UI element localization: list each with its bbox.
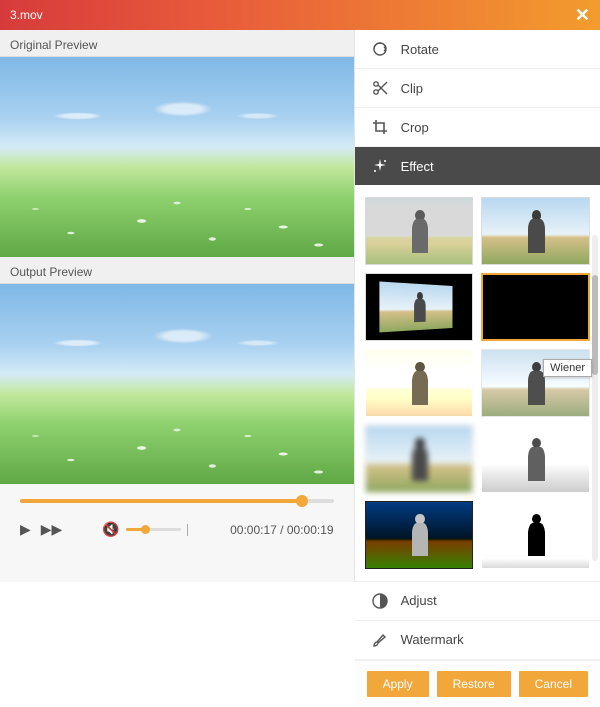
cancel-button[interactable]: Cancel [519, 671, 588, 697]
mute-icon[interactable]: 🔇 [102, 521, 119, 538]
output-preview-label: Output Preview [0, 257, 354, 284]
effect-thumb-0[interactable] [365, 197, 474, 265]
titlebar: 3.mov ✕ [0, 0, 600, 30]
playback-time: 00:00:17 / 00:00:19 [230, 523, 333, 537]
effect-thumb-1[interactable] [481, 197, 590, 265]
tool-effect-label: Effect [401, 159, 434, 174]
volume-thumb[interactable] [141, 525, 150, 534]
time-total: 00:00:19 [287, 523, 334, 537]
effects-container: Wiener [355, 185, 600, 581]
apply-button[interactable]: Apply [367, 671, 429, 697]
effect-thumb-2[interactable] [365, 273, 474, 341]
tool-crop[interactable]: Crop [355, 108, 600, 147]
time-sep: / [277, 523, 287, 537]
effect-thumb-8[interactable] [365, 501, 474, 569]
footer-buttons: Apply Restore Cancel [355, 660, 600, 707]
tool-crop-label: Crop [401, 120, 429, 135]
playback-controls: ▶ ▶▶ 🔇 00:00:17 / 00:00:19 [0, 484, 354, 548]
tool-watermark-label: Watermark [401, 632, 464, 647]
output-preview-image [0, 284, 354, 484]
close-icon[interactable]: ✕ [575, 5, 590, 26]
tool-clip[interactable]: Clip [355, 69, 600, 108]
tool-clip-label: Clip [401, 81, 423, 96]
tool-rotate-label: Rotate [401, 42, 439, 57]
effect-thumb-7[interactable] [481, 425, 590, 493]
original-preview-image [0, 57, 354, 257]
time-current: 00:00:17 [230, 523, 277, 537]
tool-adjust-label: Adjust [401, 593, 437, 608]
volume-max-tick [187, 524, 188, 536]
effect-thumb-4[interactable] [365, 349, 474, 417]
effect-tooltip: Wiener [543, 359, 592, 377]
effects-scrollbar[interactable] [592, 235, 598, 561]
seek-thumb[interactable] [296, 495, 308, 507]
volume-control: 🔇 [102, 521, 187, 538]
tools-panel: Rotate Clip Crop Effect [355, 30, 600, 582]
rotate-icon [371, 40, 389, 58]
tool-watermark[interactable]: Watermark [355, 621, 600, 660]
tool-effect[interactable]: Effect [355, 147, 600, 185]
original-preview-label: Original Preview [0, 30, 354, 57]
effects-grid [355, 185, 600, 581]
seek-bar[interactable] [20, 499, 334, 503]
crop-icon [371, 118, 389, 136]
file-title: 3.mov [10, 8, 43, 22]
seek-fill [20, 499, 302, 503]
restore-button[interactable]: Restore [437, 671, 511, 697]
main-layout: Original Preview Output Preview ▶ ▶▶ 🔇 [0, 30, 600, 582]
transport-row: ▶ ▶▶ 🔇 00:00:17 / 00:00:19 [20, 521, 334, 538]
effect-thumb-9[interactable] [481, 501, 590, 569]
effect-thumb-3[interactable] [481, 273, 590, 341]
sparkle-icon [371, 157, 389, 175]
tool-rotate[interactable]: Rotate [355, 30, 600, 69]
volume-slider[interactable] [126, 528, 181, 531]
adjust-icon [371, 592, 389, 610]
preview-panel: Original Preview Output Preview ▶ ▶▶ 🔇 [0, 30, 355, 582]
brush-icon [371, 631, 389, 649]
fast-forward-icon[interactable]: ▶▶ [41, 521, 63, 538]
tool-adjust[interactable]: Adjust [355, 582, 600, 621]
original-preview [0, 57, 354, 257]
bottom-tools: Adjust Watermark [355, 581, 600, 660]
output-preview [0, 284, 354, 484]
effects-scrollbar-thumb[interactable] [592, 275, 598, 375]
scissors-icon [371, 79, 389, 97]
play-icon[interactable]: ▶ [20, 521, 31, 538]
effect-thumb-6[interactable] [365, 425, 474, 493]
